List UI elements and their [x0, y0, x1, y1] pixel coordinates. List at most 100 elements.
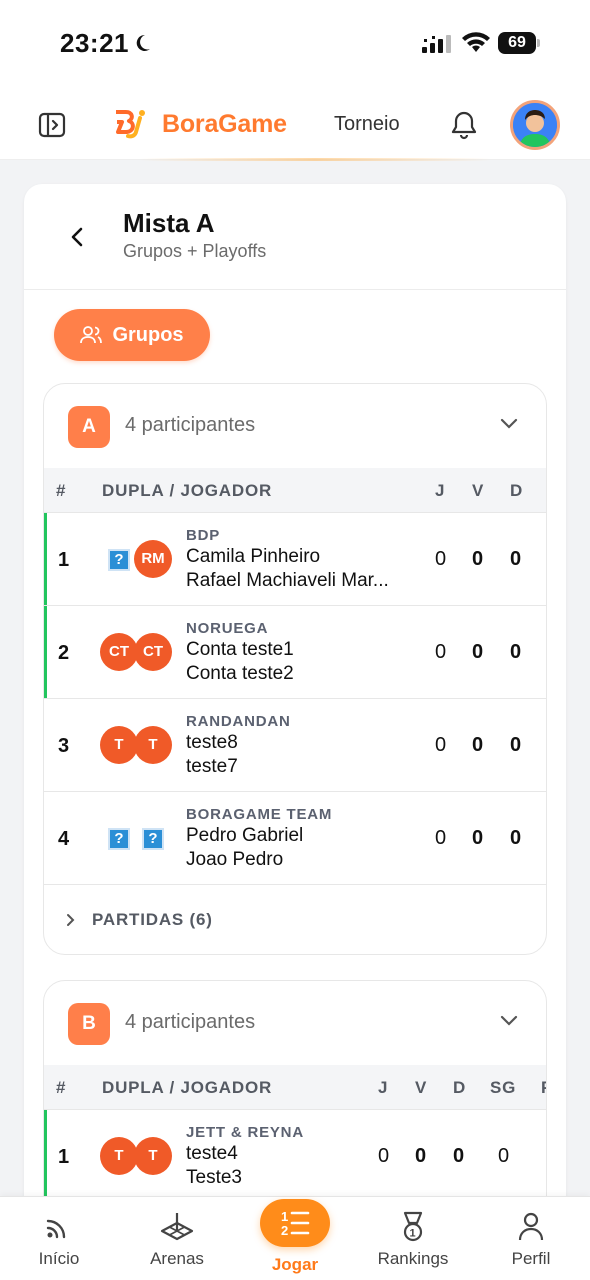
nav-jogar-label: Jogar — [271, 1255, 319, 1274]
nav-torneio-link[interactable]: Torneio — [334, 113, 400, 136]
card-header: Mista A Grupos + Playoffs — [24, 184, 566, 290]
col-v: V — [415, 1078, 428, 1097]
games-played: 0 — [378, 1145, 390, 1167]
nav-arenas[interactable]: Arenas — [122, 1197, 232, 1280]
table-row[interactable]: 4 ? ? BORAGAME TEAM Pedro Gabriel Joao P… — [44, 791, 546, 884]
player-1-name: Pedro Gabriel — [186, 825, 304, 846]
col-dupla: DUPLA / JOGADOR — [102, 1078, 273, 1097]
player-2-name: Joao Pedro — [186, 849, 284, 870]
games-played: 0 — [435, 641, 447, 663]
boragame-logo-icon — [116, 110, 145, 139]
wifi-icon — [462, 32, 490, 52]
player-2-name: Rafael Machiaveli Mar... — [186, 570, 389, 591]
partidas-label: PARTIDAS (6) — [92, 910, 213, 929]
svg-text:1: 1 — [281, 1209, 288, 1224]
group-letter-badge: B — [68, 1003, 110, 1045]
player-avatar: T — [100, 726, 138, 764]
player-avatar: RM — [134, 540, 172, 578]
col-j: J — [435, 481, 446, 500]
tournament-card: Mista A Grupos + Playoffs Grupos A 4 par… — [24, 184, 566, 1280]
wins: 0 — [472, 641, 484, 663]
col-d: D — [453, 1078, 467, 1097]
app-header: BoraGame Torneio — [0, 88, 590, 161]
nav-rankings[interactable]: 1 Rankings — [358, 1197, 468, 1280]
court-icon — [160, 1213, 194, 1241]
player-avatar: T — [100, 1137, 138, 1175]
user-icon — [518, 1212, 544, 1241]
row-position: 1 — [58, 549, 70, 571]
nav-inicio[interactable]: Início — [4, 1197, 114, 1280]
col-d: D — [510, 481, 524, 500]
games-played: 0 — [435, 827, 447, 849]
table-header: # DUPLA / JOGADOR J V D — [44, 468, 546, 512]
medal-icon: 1 — [403, 1211, 423, 1242]
row-position: 3 — [58, 735, 70, 757]
player-avatar: CT — [134, 633, 172, 671]
grupos-tab-button[interactable]: Grupos — [54, 309, 210, 361]
table-row[interactable]: 1 T T JETT & REYNA teste4 Teste3 0 0 0 0 — [44, 1109, 546, 1203]
player-avatar-placeholder: ? — [100, 819, 138, 857]
svg-text:1: 1 — [410, 1228, 416, 1240]
player-1-name: teste4 — [186, 1143, 238, 1164]
col-position: # — [56, 1078, 67, 1097]
status-bar: 23:21 69 — [0, 0, 590, 88]
bottom-navigation: Início Arenas 1 2 Jogar 1 Rankings Perfi… — [0, 1196, 590, 1280]
signal-icon — [422, 35, 451, 53]
wins: 0 — [415, 1145, 427, 1167]
player-1-name: Conta teste1 — [186, 639, 294, 660]
team-name: JETT & REYNA — [186, 1124, 304, 1141]
chevron-down-icon[interactable] — [500, 418, 518, 430]
chevron-right-icon — [67, 914, 75, 926]
table-row[interactable]: 3 T T RANDANDAN teste8 teste7 0 0 0 — [44, 698, 546, 791]
nav-jogar[interactable]: 1 2 Jogar — [235, 1197, 355, 1280]
col-p: P — [541, 1078, 546, 1098]
battery-indicator: 69 — [498, 32, 540, 54]
player-avatar: T — [134, 1137, 172, 1175]
player-avatar: CT — [100, 633, 138, 671]
games-played: 0 — [435, 734, 447, 756]
brand-logo[interactable]: BoraGame — [110, 106, 287, 142]
player-avatar-placeholder: ? — [134, 819, 172, 857]
notification-bell-icon[interactable] — [451, 110, 477, 140]
table-header: # DUPLA / JOGADOR J V D SG P — [44, 1065, 546, 1109]
wins: 0 — [472, 548, 484, 570]
page-subtitle: Grupos + Playoffs — [123, 241, 267, 261]
player-avatar: T — [134, 726, 172, 764]
player-2-name: teste7 — [186, 756, 238, 777]
col-sg: SG — [490, 1078, 517, 1097]
losses: 0 — [510, 734, 522, 756]
user-avatar[interactable] — [510, 100, 560, 150]
losses: 0 — [453, 1145, 465, 1167]
brand-name: BoraGame — [162, 109, 287, 138]
player-1-name: teste8 — [186, 732, 238, 753]
group-header[interactable]: A 4 participantes — [44, 384, 546, 468]
team-name: BDP — [186, 527, 221, 544]
jogar-fab[interactable]: 1 2 — [260, 1199, 330, 1247]
avatar-image-icon — [513, 103, 557, 147]
table-row[interactable]: 2 CT CT NORUEGA Conta teste1 Conta teste… — [44, 605, 546, 699]
wins: 0 — [472, 734, 484, 756]
back-arrow-icon[interactable] — [66, 224, 90, 250]
group-participant-count: 4 participantes — [125, 414, 256, 436]
group-header[interactable]: B 4 participantes — [44, 981, 546, 1065]
col-j: J — [378, 1078, 389, 1097]
partidas-expander[interactable]: PARTIDAS (6) — [44, 884, 546, 954]
nav-arenas-label: Arenas — [150, 1249, 204, 1268]
svg-text:2: 2 — [281, 1223, 288, 1238]
losses: 0 — [510, 641, 522, 663]
group-card-a: A 4 participantes # DUPLA / JOGADOR J V … — [43, 383, 547, 955]
list-numbered-icon: 1 2 — [281, 1209, 310, 1238]
sidebar-toggle-icon[interactable] — [38, 111, 66, 139]
nav-rankings-label: Rankings — [377, 1249, 449, 1268]
chevron-down-icon[interactable] — [500, 1015, 518, 1027]
team-name: RANDANDAN — [186, 713, 291, 730]
games-played: 0 — [435, 548, 447, 570]
player-1-name: Camila Pinheiro — [186, 546, 321, 567]
player-2-name: Teste3 — [186, 1167, 242, 1188]
wins: 0 — [472, 827, 484, 849]
row-position: 2 — [58, 642, 70, 664]
player-2-name: Conta teste2 — [186, 663, 294, 684]
nav-perfil[interactable]: Perfil — [476, 1197, 586, 1280]
table-row[interactable]: 1 ? RM BDP Camila Pinheiro Rafael Machia… — [44, 512, 546, 606]
page-title: Mista A — [123, 208, 215, 238]
